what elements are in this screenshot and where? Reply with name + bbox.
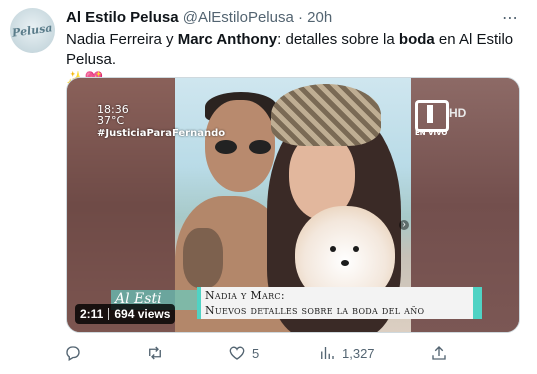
bucket-hat [271,84,381,146]
retweet-button[interactable] [146,343,170,363]
tweet-time[interactable]: 20h [307,9,332,26]
video-player[interactable]: 18:36 37°C #JusticiaParaFernando HD EN V… [66,77,520,333]
duration-badge: 2:11 694 views [75,304,176,324]
tweet-text-bold: boda [398,31,435,48]
channel-logo [415,100,449,132]
more-icon[interactable]: ⋯ [502,8,519,28]
separator-dot: · [298,9,303,26]
lower-third: Nadia y Marc: Nuevos detalles sobre la b… [197,287,482,319]
tweet-text-bold: Marc Anthony [177,31,278,48]
tweet-text-part: : detalles sobre la [277,31,399,48]
tattoo [183,228,223,288]
video-views: 694 views [114,307,171,321]
channel-hd: HD [449,106,467,120]
lower-third-line2: Nuevos detalles sobre la boda del año [205,304,425,317]
avatar-logo: Pelusa [11,21,54,40]
like-count: 5 [252,345,260,361]
reply-button[interactable] [64,343,88,363]
like-button[interactable]: 5 [228,343,259,363]
share-icon [432,346,446,360]
tweet-header: Al Estilo Pelusa @AlEstiloPelusa · 20h [66,9,332,27]
reply-icon [66,346,80,361]
action-bar: 5 1,327 [58,343,458,363]
sunglasses [215,140,271,154]
like-icon [229,346,245,360]
views-icon [321,347,334,359]
lower-third-accent [473,287,482,319]
overlay-temp: 37°C [97,114,125,127]
overlay-hashtag: #JusticiaParaFernando [97,128,226,139]
tweet-text-part: Nadia Ferreira y [66,31,178,48]
author-name[interactable]: Al Estilo Pelusa [66,9,179,26]
author-handle[interactable]: @AlEstiloPelusa [183,9,294,26]
views-button[interactable]: 1,327 [318,343,375,363]
overlay-time-temp: 18:36 37°C [97,104,129,126]
video-duration: 2:11 [80,307,104,321]
views-count: 1,327 [342,345,375,361]
share-button[interactable] [430,343,454,363]
avatar[interactable]: Pelusa [10,8,55,53]
badge-divider [108,308,110,320]
channel-live: EN VIVO [415,129,448,137]
lower-third-line1: Nadia y Marc: [205,289,285,302]
chevron-right-icon: › [399,220,409,230]
retweet-icon [149,346,161,360]
